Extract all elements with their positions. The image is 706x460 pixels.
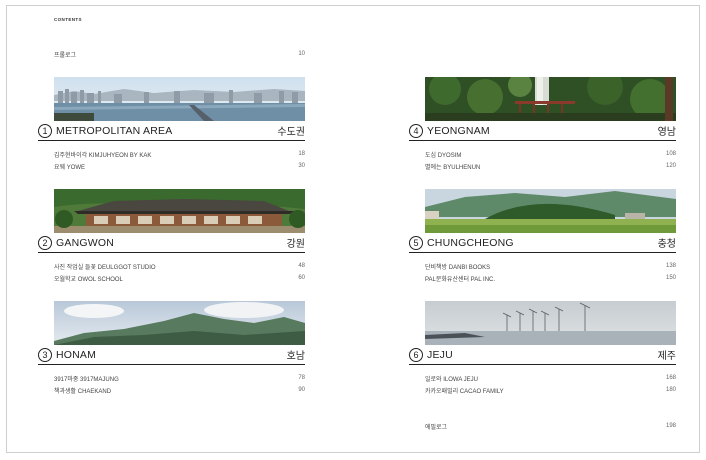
entry-title: 단비책방 DANBI BOOKS	[425, 264, 491, 271]
section-region-name: METROPOLITAN AREA	[56, 125, 173, 137]
section-number-badge: 5	[409, 236, 423, 250]
section-header-jeju: 6 JEJU 제주	[409, 347, 676, 365]
wind-turbines-sea-photo	[425, 301, 676, 345]
entry-page: 90	[298, 387, 305, 393]
section-region-name: YEONGNAM	[427, 125, 490, 137]
entry-page: 150	[665, 275, 676, 281]
entry-row[interactable]: 3917마중 3917MAJUNG 78	[54, 373, 305, 383]
entry-title: 사진 작업실 들꽃 DEULGGOT STUDIO	[54, 264, 156, 271]
entry-row[interactable]: 카카오패밀리 CACAO FAMILY 180	[425, 385, 676, 395]
section-region-korean: 강원	[286, 239, 305, 250]
entry-page: 120	[665, 163, 676, 169]
section-region-name: CHUNGCHEONG	[427, 237, 514, 249]
section-region-korean: 충청	[657, 239, 676, 250]
entry-page: 180	[665, 387, 676, 393]
entry-page: 18	[298, 151, 305, 157]
section-region-korean: 수도권	[277, 127, 305, 138]
entry-row[interactable]: 사진 작업실 들꽃 DEULGGOT STUDIO 48	[54, 261, 305, 271]
entry-row[interactable]: 책과생활 CHAEKAND 90	[54, 385, 305, 395]
green-hill-field-photo	[425, 189, 676, 233]
prologue-page: 10	[298, 51, 305, 57]
section-region-korean: 호남	[286, 351, 305, 362]
entry-page: 30	[298, 163, 305, 169]
entry-row[interactable]: PAL문화유산센터 PAL INC. 150	[425, 273, 676, 283]
section-number-badge: 3	[38, 348, 52, 362]
entry-title: 도심 DYOSIM	[425, 152, 462, 159]
entry-page: 138	[665, 263, 676, 269]
hanok-village-photo	[54, 189, 305, 233]
section-header-honam: 3 HONAM 호남	[38, 347, 305, 365]
entry-row[interactable]: 요웨 YOWE 30	[54, 161, 305, 171]
entry-title: 별에는 BYULHENUN	[425, 164, 481, 171]
section-header-chungcheong: 5 CHUNGCHEONG 충청	[409, 235, 676, 253]
entry-row[interactable]: 별에는 BYULHENUN 120	[425, 161, 676, 171]
prologue-row[interactable]: 프롤로그 10	[54, 49, 305, 59]
epilogue-page: 198	[665, 423, 676, 429]
entry-row[interactable]: 오월학교 OWOL SCHOOL 60	[54, 273, 305, 283]
section-region-name: GANGWON	[56, 237, 114, 249]
entry-title: 일로와 ILOWA JEJU	[425, 376, 479, 383]
mountain-landscape-photo	[54, 301, 305, 345]
entry-title: PAL문화유산센터 PAL INC.	[425, 276, 496, 283]
entry-title: 김주현바이각 KIMJUHYEON BY KAK	[54, 152, 152, 159]
section-number-badge: 6	[409, 348, 423, 362]
section-region-korean: 영남	[657, 127, 676, 138]
entry-title: 3917마중 3917MAJUNG	[54, 376, 119, 383]
city-skyline-photo	[54, 77, 305, 121]
prologue-title: 프롤로그	[54, 52, 77, 59]
entry-page: 168	[665, 375, 676, 381]
entry-title: 책과생활 CHAEKAND	[54, 388, 112, 395]
forest-bridge-photo	[425, 77, 676, 121]
entry-row[interactable]: 일로와 ILOWA JEJU 168	[425, 373, 676, 383]
section-header-yeongnam: 4 YEONGNAM 영남	[409, 123, 676, 141]
section-number-badge: 1	[38, 124, 52, 138]
entry-row[interactable]: 김주현바이각 KIMJUHYEON BY KAK 18	[54, 149, 305, 159]
entry-row[interactable]: 도심 DYOSIM 108	[425, 149, 676, 159]
section-region-name: JEJU	[427, 349, 453, 361]
entry-page: 108	[665, 151, 676, 157]
entry-row[interactable]: 단비책방 DANBI BOOKS 138	[425, 261, 676, 271]
entry-title: 오월학교 OWOL SCHOOL	[54, 276, 123, 283]
entry-page: 48	[298, 263, 305, 269]
section-header-metropolitan: 1 METROPOLITAN AREA 수도권	[38, 123, 305, 141]
section-number-badge: 2	[38, 236, 52, 250]
section-number-badge: 4	[409, 124, 423, 138]
entry-page: 78	[298, 375, 305, 381]
contents-label: CONTENTS	[54, 17, 82, 22]
section-header-gangwon: 2 GANGWON 강원	[38, 235, 305, 253]
epilogue-title: 에필로그	[425, 424, 448, 431]
section-region-name: HONAM	[56, 349, 97, 361]
entry-title: 카카오패밀리 CACAO FAMILY	[425, 388, 504, 395]
section-region-korean: 제주	[657, 351, 676, 362]
entry-title: 요웨 YOWE	[54, 164, 86, 171]
epilogue-row[interactable]: 에필로그 198	[425, 421, 676, 431]
entry-page: 60	[298, 275, 305, 281]
